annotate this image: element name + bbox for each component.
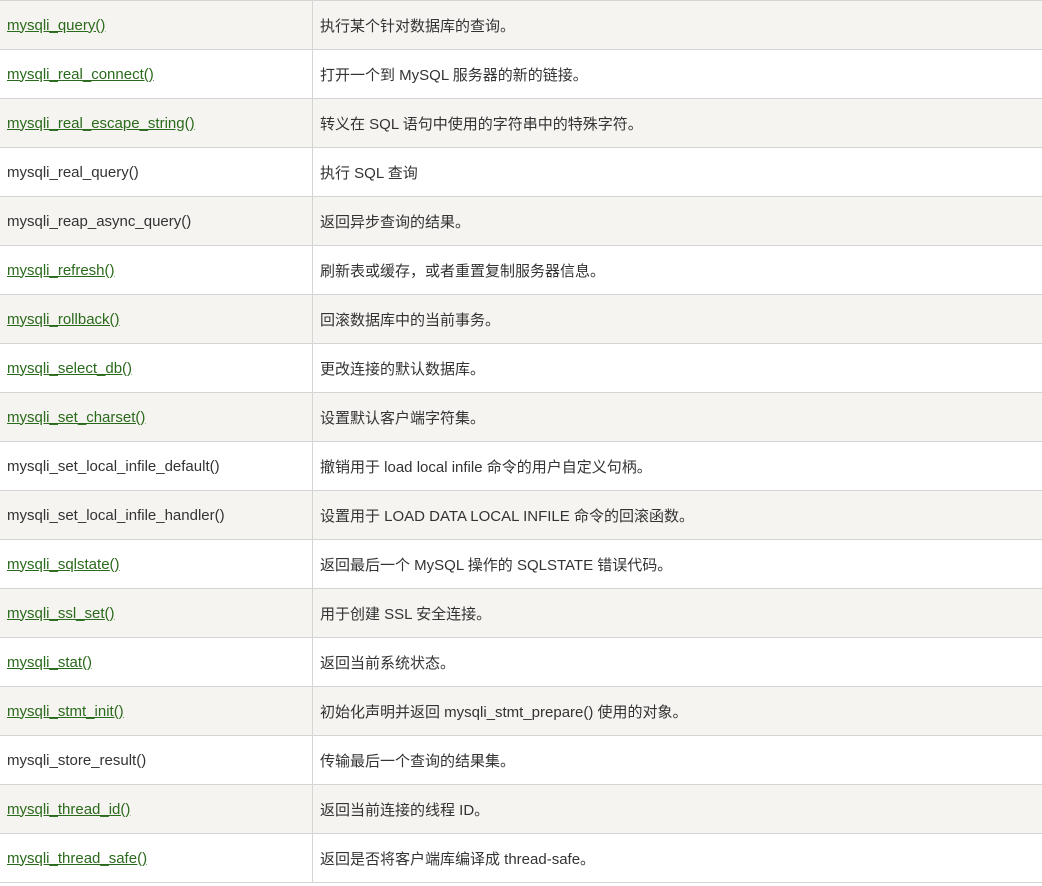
function-link[interactable]: mysqli_thread_safe(): [7, 850, 147, 867]
function-link[interactable]: mysqli_set_charset(): [7, 409, 145, 426]
function-link[interactable]: mysqli_rollback(): [7, 311, 120, 328]
table-row: mysqli_reap_async_query() 返回异步查询的结果。: [0, 196, 1042, 246]
table-row: mysqli_query() 执行某个针对数据库的查询。: [0, 0, 1042, 50]
function-description: 返回异步查询的结果。: [312, 196, 1042, 246]
function-name-cell: mysqli_rollback(): [0, 294, 313, 344]
function-name: mysqli_store_result(): [7, 751, 147, 769]
function-description: 执行 SQL 查询: [312, 147, 1042, 197]
table-row: mysqli_real_query() 执行 SQL 查询: [0, 147, 1042, 197]
function-link[interactable]: mysqli_real_escape_string(): [7, 115, 195, 132]
function-description: 执行某个针对数据库的查询。: [312, 0, 1042, 50]
table-row: mysqli_refresh() 刷新表或缓存，或者重置复制服务器信息。: [0, 245, 1042, 295]
table-row: mysqli_set_local_infile_handler() 设置用于 LO…: [0, 490, 1042, 540]
function-link[interactable]: mysqli_select_db(): [7, 360, 132, 377]
table-body: mysqli_query() 执行某个针对数据库的查询。 mysqli_real_c…: [0, 0, 1042, 883]
function-name: mysqli_set_local_infile_handler(): [7, 506, 225, 524]
function-description: 返回当前连接的线程 ID。: [312, 784, 1042, 834]
table-row: mysqli_real_connect() 打开一个到 MySQL 服务器的新的链…: [0, 49, 1042, 99]
function-name-cell: mysqli_refresh(): [0, 245, 313, 295]
function-name-cell: mysqli_query(): [0, 0, 313, 50]
function-link[interactable]: mysqli_ssl_set(): [7, 605, 115, 622]
table-row: mysqli_ssl_set() 用于创建 SSL 安全连接。: [0, 588, 1042, 638]
function-name-cell: mysqli_real_escape_string(): [0, 98, 313, 148]
function-description: 打开一个到 MySQL 服务器的新的链接。: [312, 49, 1042, 99]
function-description: 回滚数据库中的当前事务。: [312, 294, 1042, 344]
function-description: 传输最后一个查询的结果集。: [312, 735, 1042, 785]
function-description: 撤销用于 load local infile 命令的用户自定义句柄。: [312, 441, 1042, 491]
function-description: 返回最后一个 MySQL 操作的 SQLSTATE 错误代码。: [312, 539, 1042, 589]
function-link[interactable]: mysqli_refresh(): [7, 262, 115, 279]
function-name: mysqli_reap_async_query(): [7, 212, 192, 230]
table-row: mysqli_select_db() 更改连接的默认数据库。: [0, 343, 1042, 393]
function-name-cell: mysqli_set_charset(): [0, 392, 313, 442]
function-description: 返回当前系统状态。: [312, 637, 1042, 687]
function-name: mysqli_set_local_infile_default(): [7, 457, 220, 475]
table-row: mysqli_stmt_init() 初始化声明并返回 mysqli_stmt_p…: [0, 686, 1042, 736]
table-row: mysqli_thread_id() 返回当前连接的线程 ID。: [0, 784, 1042, 834]
table-row: mysqli_thread_safe() 返回是否将客户端库编译成 thread-…: [0, 833, 1042, 883]
function-name-cell: mysqli_stat(): [0, 637, 313, 687]
function-description: 刷新表或缓存，或者重置复制服务器信息。: [312, 245, 1042, 295]
function-name-cell: mysqli_stmt_init(): [0, 686, 313, 736]
function-name-cell: mysqli_thread_safe(): [0, 833, 313, 883]
function-name-cell: mysqli_ssl_set(): [0, 588, 313, 638]
function-name-cell: mysqli_thread_id(): [0, 784, 313, 834]
mysqli-function-table: mysqli_query() 执行某个针对数据库的查询。 mysqli_real_c…: [0, 0, 1042, 883]
function-link[interactable]: mysqli_query(): [7, 17, 105, 34]
function-name-cell: mysqli_select_db(): [0, 343, 313, 393]
function-link[interactable]: mysqli_stmt_init(): [7, 703, 124, 720]
function-name-cell: mysqli_set_local_infile_default(): [0, 441, 313, 491]
function-description: 初始化声明并返回 mysqli_stmt_prepare() 使用的对象。: [312, 686, 1042, 736]
function-description: 设置默认客户端字符集。: [312, 392, 1042, 442]
function-link[interactable]: mysqli_stat(): [7, 654, 92, 671]
table-row: mysqli_sqlstate() 返回最后一个 MySQL 操作的 SQLSTA…: [0, 539, 1042, 589]
function-description: 设置用于 LOAD DATA LOCAL INFILE 命令的回滚函数。: [312, 490, 1042, 540]
function-name: mysqli_real_query(): [7, 163, 139, 181]
function-description: 转义在 SQL 语句中使用的字符串中的特殊字符。: [312, 98, 1042, 148]
function-name-cell: mysqli_real_query(): [0, 147, 313, 197]
function-link[interactable]: mysqli_sqlstate(): [7, 556, 120, 573]
table-row: mysqli_set_charset() 设置默认客户端字符集。: [0, 392, 1042, 442]
function-name-cell: mysqli_set_local_infile_handler(): [0, 490, 313, 540]
function-description: 返回是否将客户端库编译成 thread-safe。: [312, 833, 1042, 883]
function-name-cell: mysqli_store_result(): [0, 735, 313, 785]
function-name-cell: mysqli_real_connect(): [0, 49, 313, 99]
table-row: mysqli_real_escape_string() 转义在 SQL 语句中使用…: [0, 98, 1042, 148]
function-link[interactable]: mysqli_real_connect(): [7, 66, 154, 83]
function-name-cell: mysqli_reap_async_query(): [0, 196, 313, 246]
function-name-cell: mysqli_sqlstate(): [0, 539, 313, 589]
function-description: 用于创建 SSL 安全连接。: [312, 588, 1042, 638]
function-link[interactable]: mysqli_thread_id(): [7, 801, 130, 818]
table-row: mysqli_stat() 返回当前系统状态。: [0, 637, 1042, 687]
function-description: 更改连接的默认数据库。: [312, 343, 1042, 393]
table-row: mysqli_rollback() 回滚数据库中的当前事务。: [0, 294, 1042, 344]
table-row: mysqli_set_local_infile_default() 撤销用于 lo…: [0, 441, 1042, 491]
table-row: mysqli_store_result() 传输最后一个查询的结果集。: [0, 735, 1042, 785]
